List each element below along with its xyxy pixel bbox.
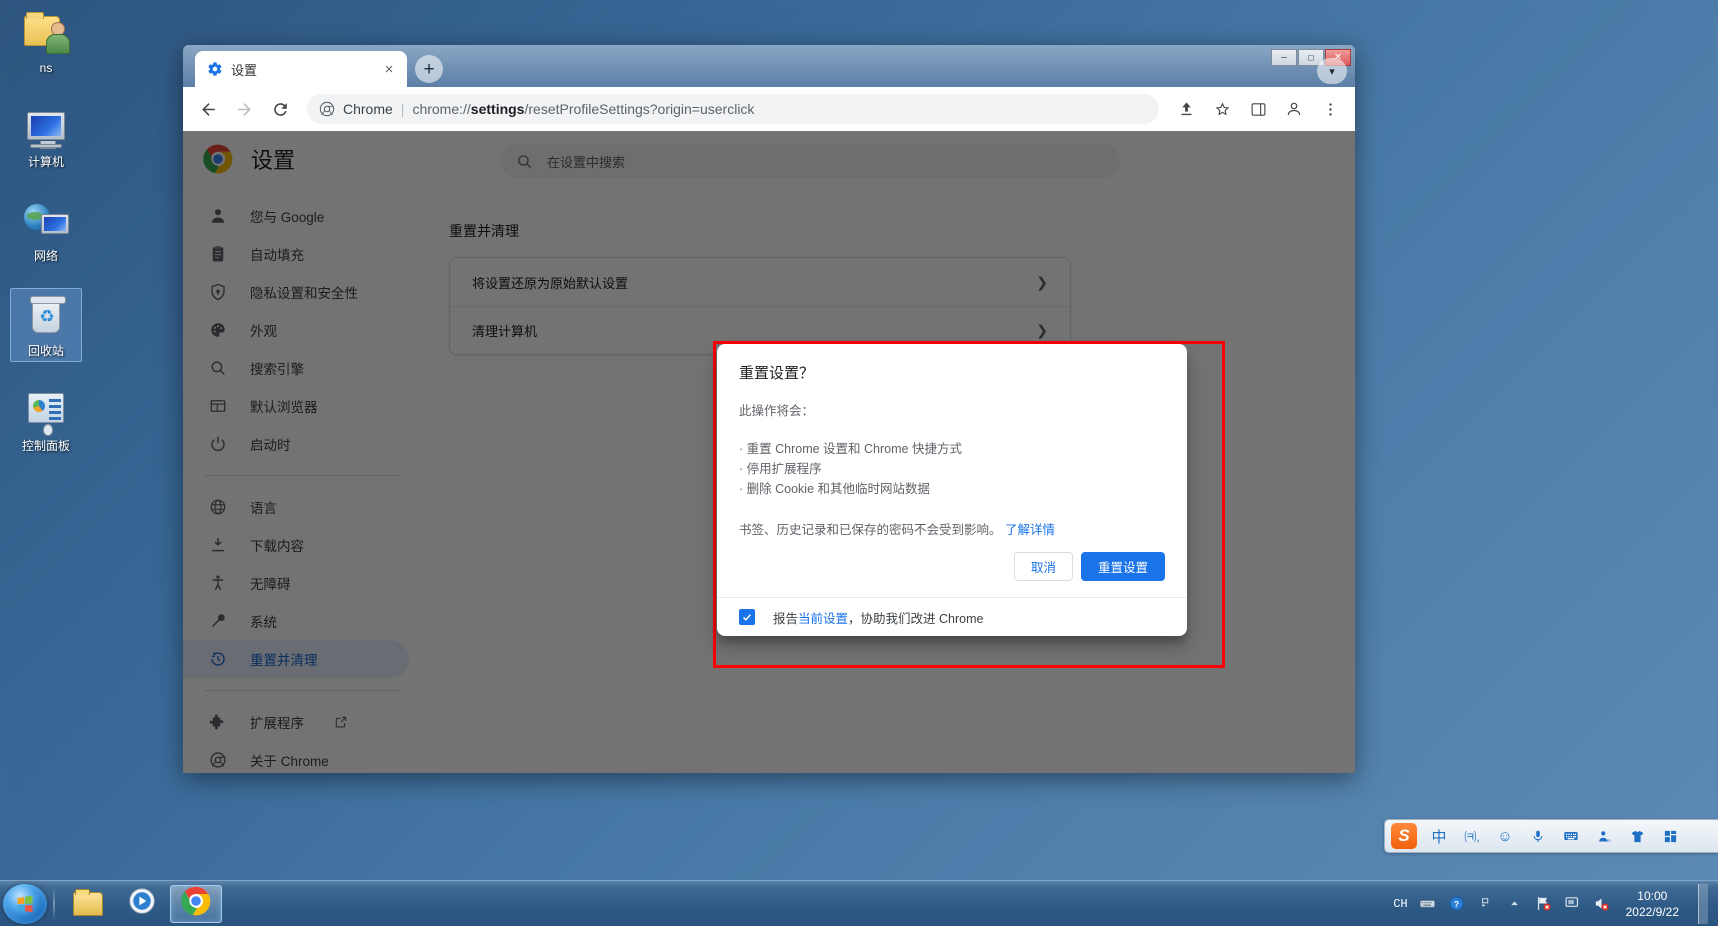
reset-settings-dialog: 重置设置？ 此操作将会： · 重置 Chrome 设置和 Chrome 快捷方式…: [717, 344, 1187, 636]
keyboard-icon[interactable]: [1556, 823, 1586, 849]
desktop-icon-label: 控制面板: [21, 439, 70, 453]
dialog-bullet: · 重置 Chrome 设置和 Chrome 快捷方式: [739, 442, 962, 456]
recycle-bin-icon: [22, 293, 70, 341]
skin-icon[interactable]: [1622, 823, 1652, 849]
reset-settings-button[interactable]: 重置设置: [1080, 552, 1165, 581]
sogou-logo-icon[interactable]: S: [1391, 823, 1417, 849]
address-bar[interactable]: Chrome | chrome://settings/resetProfileS…: [307, 94, 1159, 124]
media-player-icon: [128, 887, 156, 920]
svg-text:?: ?: [1454, 899, 1459, 909]
dialog-footer: 报告当前设置，协助我们改进 Chrome: [717, 597, 1187, 636]
desktop-icon-recycle-bin[interactable]: 回收站: [10, 288, 82, 362]
volume-muted-icon[interactable]: [1593, 895, 1611, 913]
check-icon: [742, 614, 752, 621]
keyboard-icon[interactable]: [1419, 895, 1437, 913]
show-desktop-button[interactable]: [1698, 883, 1708, 924]
omnibox-scheme-label: Chrome: [343, 101, 393, 117]
desktop-icon-ns[interactable]: ns: [10, 6, 82, 78]
cancel-button[interactable]: 取消: [1013, 552, 1073, 581]
new-tab-button[interactable]: +: [415, 55, 443, 83]
desktop-icon-area: ns 计算机 网络 回收站 控制面板: [0, 0, 92, 456]
dialog-title: 重置设置？: [739, 365, 815, 382]
desktop-icon-label: 网络: [33, 249, 58, 263]
omnibox-separator: |: [400, 101, 405, 117]
three-dot-menu-icon[interactable]: [1315, 94, 1345, 124]
expand-icon[interactable]: [1477, 895, 1495, 913]
report-settings-label: 报告当前设置，协助我们改进 Chrome: [773, 608, 983, 627]
tray-language-indicator[interactable]: CH: [1393, 897, 1407, 911]
dialog-actions: 取消 重置设置: [717, 538, 1187, 597]
display-icon[interactable]: [1564, 895, 1582, 913]
star-icon[interactable]: [1207, 94, 1237, 124]
dialog-bullet: · 删除 Cookie 和其他临时网站数据: [739, 482, 930, 496]
desktop-icon-label: 回收站: [27, 344, 64, 358]
dialog-note: 书签、历史记录和已保存的密码不会受到影响。 了解详情: [739, 519, 1165, 538]
computer-icon: [22, 104, 70, 152]
show-hidden-icon[interactable]: [1506, 895, 1524, 913]
minimize-button[interactable]: –: [1271, 49, 1297, 66]
control-panel-icon: [22, 388, 70, 436]
clock-time: 10:00: [1637, 888, 1668, 903]
back-icon[interactable]: [193, 94, 223, 124]
taskbar-chrome[interactable]: [170, 884, 222, 923]
emoji-icon[interactable]: ☺: [1490, 823, 1520, 849]
current-settings-link[interactable]: 当前设置: [798, 612, 848, 626]
dialog-intro: 此操作将会：: [739, 404, 815, 418]
taskbar-file-explorer[interactable]: [62, 885, 114, 923]
svg-text:m: m: [1607, 838, 1611, 843]
start-orb-icon[interactable]: [3, 883, 47, 924]
close-icon[interactable]: ×: [379, 59, 399, 79]
punctuation-icon[interactable]: ㈊,: [1457, 823, 1487, 849]
dialog-note-text: 书签、历史记录和已保存的密码不会受到影响。: [739, 523, 1002, 537]
desktop-icon-label: ns: [39, 61, 53, 75]
clock-date: 2022/9/22: [1625, 904, 1679, 919]
system-tray: CH ? 10:00 2022/9/22: [1393, 881, 1718, 926]
report-settings-checkbox[interactable]: [739, 609, 755, 625]
folder-user-icon: [22, 10, 70, 58]
desktop-icon-control-panel[interactable]: 控制面板: [10, 384, 82, 456]
toolbox-icon[interactable]: [1655, 823, 1685, 849]
learn-more-link[interactable]: 了解详情: [1005, 523, 1055, 537]
network-icon: [22, 198, 70, 246]
network-error-icon[interactable]: [1535, 895, 1553, 913]
chrome-icon: [181, 886, 211, 921]
user-icon[interactable]: m: [1589, 823, 1619, 849]
profile-avatar-icon[interactable]: [1279, 94, 1309, 124]
settings-gear-icon: [207, 61, 223, 77]
label-prefix: 报告: [773, 611, 799, 626]
taskbar-clock[interactable]: 10:00 2022/9/22: [1622, 888, 1687, 920]
desktop-icon-label: 计算机: [27, 155, 64, 169]
omnibox-url: chrome://settings/resetProfileSettings?o…: [412, 101, 755, 117]
dialog-bullet-list: · 重置 Chrome 设置和 Chrome 快捷方式 · 停用扩展程序 · 删…: [739, 439, 1165, 499]
chrome-browser-window: 设置 × + – ◻ ✕ ▾ Chrome | chrome://setting…: [183, 45, 1355, 773]
share-icon[interactable]: [1171, 94, 1201, 124]
label-suffix: ，协助我们改进 Chrome: [848, 611, 984, 626]
desktop-icon-network[interactable]: 网络: [10, 194, 82, 266]
browser-tab-title: 设置: [231, 62, 258, 78]
browser-titlebar: 设置 × + – ◻ ✕ ▾: [183, 45, 1355, 87]
chrome-logo-icon: [319, 101, 335, 117]
forward-icon[interactable]: [229, 94, 259, 124]
windows-taskbar: CH ? 10:00 2022/9/22: [0, 880, 1718, 926]
sogou-ime-toolbar: S 中 ㈊, ☺ m: [1384, 819, 1718, 853]
dialog-body: 重置设置？ 此操作将会： · 重置 Chrome 设置和 Chrome 快捷方式…: [717, 344, 1187, 538]
desktop-icon-computer[interactable]: 计算机: [10, 100, 82, 172]
browser-toolbar: Chrome | chrome://settings/resetProfileS…: [183, 87, 1355, 131]
chevron-down-icon[interactable]: ▾: [1317, 58, 1347, 84]
browser-tab-settings[interactable]: 设置 ×: [195, 51, 407, 87]
voice-input-icon[interactable]: [1523, 823, 1553, 849]
taskbar-media-player[interactable]: [116, 885, 168, 923]
chinese-mode-icon[interactable]: 中: [1424, 823, 1454, 849]
side-panel-icon[interactable]: [1243, 94, 1273, 124]
reload-icon[interactable]: [265, 94, 295, 124]
file-explorer-icon: [73, 888, 103, 916]
dialog-bullet: · 停用扩展程序: [739, 462, 822, 476]
taskbar-divider: [53, 886, 55, 921]
help-icon[interactable]: ?: [1448, 895, 1466, 913]
